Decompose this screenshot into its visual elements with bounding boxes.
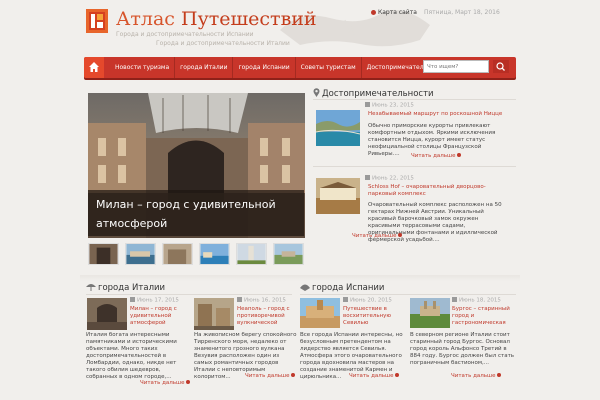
italy-section-heading: города Италии xyxy=(86,283,165,293)
search-input[interactable] xyxy=(423,60,489,73)
read-more-link[interactable]: Читать дальше xyxy=(349,373,400,379)
calendar-icon xyxy=(452,297,457,302)
atlas-logo-icon xyxy=(86,9,108,33)
slider-thumb-3[interactable] xyxy=(162,243,193,265)
read-more-label: Читать дальше xyxy=(352,233,397,239)
site-tagline: Города и достопримечательности Испании Г… xyxy=(116,30,290,48)
read-more-label: Читать дальше xyxy=(349,373,394,379)
arrow-icon xyxy=(291,373,296,377)
italy-heading-text[interactable]: города Италии xyxy=(98,283,165,293)
sights-divider xyxy=(313,99,516,100)
post-date: Июнь 17, 2015 xyxy=(130,297,179,304)
post-date: Июнь 18, 2015 xyxy=(452,297,501,304)
post-date-text: Июнь 18, 2015 xyxy=(459,297,501,304)
read-more-label: Читать дальше xyxy=(451,373,496,379)
post-date-text: Июнь 23, 2015 xyxy=(372,102,414,109)
sitemap-label: Карта сайта xyxy=(378,9,417,16)
post-thumbnail-nice[interactable] xyxy=(316,110,360,146)
site-title[interactable]: Атлас Путешествий xyxy=(116,8,317,30)
slide-caption-text[interactable]: Милан – город с удивительной атмосферой xyxy=(96,195,296,233)
slider-thumb-4[interactable] xyxy=(199,243,230,265)
post-title[interactable]: Неаполь – город с противоречивой вулкнич… xyxy=(237,306,297,327)
read-more-link[interactable]: Читать дальше xyxy=(245,373,296,379)
calendar-icon xyxy=(130,297,135,302)
post-excerpt: В северном регионе Италии стоит старинны… xyxy=(410,332,515,366)
post-date: Июнь 20, 2015 xyxy=(343,297,392,304)
post-date: Июнь 23, 2015 xyxy=(365,102,414,109)
read-more-label: Читать дальше xyxy=(140,380,185,386)
arrow-icon xyxy=(395,373,400,377)
home-button[interactable] xyxy=(84,57,104,78)
pin-icon xyxy=(313,88,320,97)
arrow-icon xyxy=(186,380,191,384)
calendar-icon xyxy=(365,175,370,180)
italy-divider xyxy=(86,294,292,295)
umbrella-icon xyxy=(86,284,96,291)
post-thumbnail-seville[interactable] xyxy=(300,298,340,328)
search-button[interactable] xyxy=(493,60,509,73)
sights-heading-text[interactable]: Достопримечательности xyxy=(322,89,434,99)
spain-divider xyxy=(300,294,516,295)
slider-thumb-6[interactable] xyxy=(273,243,304,265)
read-more-label: Читать дальше xyxy=(245,373,290,379)
sitemap-link[interactable]: Карта сайта xyxy=(371,9,417,16)
nav-item-spain-cities[interactable]: города Испании xyxy=(233,57,296,78)
read-more-label: Читать дальше xyxy=(411,153,456,159)
arrow-icon xyxy=(398,233,403,237)
post-title[interactable]: Бургос – старинный город и гастрономичес… xyxy=(452,306,518,327)
post-date-text: Июнь 17, 2015 xyxy=(137,297,179,304)
slider-thumb-1[interactable] xyxy=(88,243,119,265)
post-date-text: Июнь 16, 2015 xyxy=(244,297,286,304)
post-thumbnail-schloss-hof[interactable] xyxy=(316,178,360,214)
home-icon xyxy=(89,62,99,72)
post-thumbnail-naples[interactable] xyxy=(194,298,234,330)
post-title[interactable]: Schloss Hof – очаровательный дворцово-па… xyxy=(368,184,512,198)
post-date: Июнь 16, 2015 xyxy=(237,297,286,304)
calendar-icon xyxy=(237,297,242,302)
calendar-icon xyxy=(365,102,370,107)
slider-thumb-5[interactable] xyxy=(236,243,267,265)
read-more-link[interactable]: Читать дальше xyxy=(140,380,191,386)
calendar-icon xyxy=(343,297,348,302)
page: Атлас Путешествий Города и достопримечат… xyxy=(0,0,600,400)
spain-heading-text[interactable]: города Испании xyxy=(312,283,384,293)
post-title[interactable]: Милан – город с удивительной атмосферой xyxy=(130,306,196,327)
fan-icon xyxy=(300,284,310,291)
tagline-line-1: Города и достопримечательности Испании xyxy=(116,31,254,38)
post-excerpt: Италия богата интересными памятниками и … xyxy=(86,332,177,380)
sights-section-heading: Достопримечательности xyxy=(313,88,434,99)
spain-section-heading: города Испании xyxy=(300,283,384,293)
post-divider xyxy=(313,166,516,167)
nav-item-tourist-tips[interactable]: Советы туристам xyxy=(296,57,362,78)
nav-item-travel-news[interactable]: Новости туризма xyxy=(110,57,176,78)
tagline-line-2: Города и достопримечательности Италии xyxy=(156,40,290,47)
slider-thumb-2[interactable] xyxy=(125,243,156,265)
arrow-icon xyxy=(457,153,462,157)
post-title[interactable]: Путешествие в восхитительную Севилью xyxy=(343,306,405,327)
arrow-icon xyxy=(497,373,502,377)
site-title-part2: Путешествий xyxy=(181,8,317,30)
site-title-part1: Атлас xyxy=(116,8,175,30)
post-title[interactable]: Незабываемый маршрут по роскошной Ницце xyxy=(368,111,508,118)
nav-item-italy-cities[interactable]: города Италии xyxy=(175,57,234,78)
section-separator xyxy=(80,275,520,281)
sitemap-icon xyxy=(371,10,376,15)
read-more-link[interactable]: Читать дальше xyxy=(352,233,403,239)
post-date-text: Июнь 20, 2015 xyxy=(350,297,392,304)
post-date-text: Июнь 22, 2015 xyxy=(372,175,414,182)
read-more-link[interactable]: Читать дальше xyxy=(411,153,462,159)
nav-menu: Новости туризма города Италии города Исп… xyxy=(110,57,450,78)
post-date: Июнь 22, 2015 xyxy=(365,175,414,182)
read-more-link[interactable]: Читать дальше xyxy=(451,373,502,379)
post-thumbnail-burgos[interactable] xyxy=(410,298,450,328)
current-date: Пятница, Март 18, 2016 xyxy=(424,9,500,16)
slider-thumbnails xyxy=(88,243,305,265)
post-thumbnail-milan[interactable] xyxy=(87,298,127,330)
